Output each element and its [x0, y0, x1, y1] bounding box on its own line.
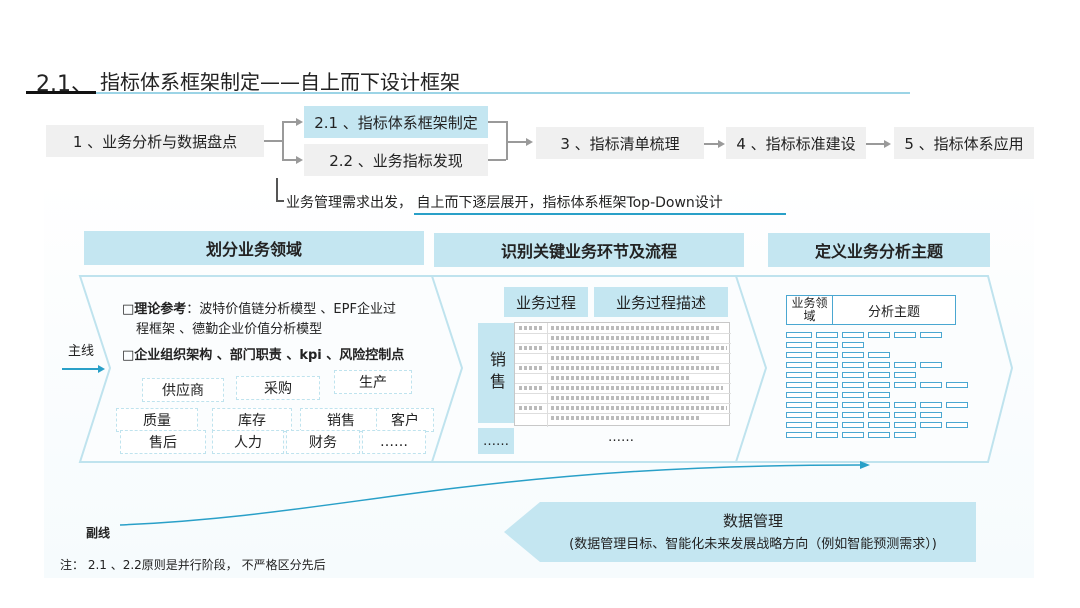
- process-desc-col-header: 业务过程描述: [594, 287, 728, 317]
- sales-row-label: 销售: [478, 323, 514, 423]
- domain-tag-customer: 客户: [376, 408, 434, 432]
- section-head-right: 定义业务分析主题: [768, 233, 990, 267]
- theory-label: □理论参考: [122, 302, 187, 317]
- process-col-header: 业务过程: [504, 287, 588, 317]
- stage-2-2-label: 2.2 、业务指标发现: [329, 151, 463, 170]
- section-head-right-label: 定义业务分析主题: [814, 242, 943, 261]
- domain-tag-inventory: 库存: [212, 408, 292, 432]
- domain-tag-purchase: 采购: [236, 376, 320, 400]
- domain-tag-quality: 质量: [116, 408, 198, 432]
- stage-4-label: 4 、指标标准建设: [736, 134, 856, 153]
- page-title: 指标体系框架制定——自上而下设计框架: [100, 70, 460, 94]
- top-down-note: 业务管理需求出发， 自上而下逐层展开，指标体系框架Top-Down设计: [286, 195, 723, 211]
- theory-line: □理论参考：波特价值链分析模型 、EPF企业过: [122, 298, 396, 317]
- section-head-middle: 识别关键业务环节及流程: [434, 233, 744, 267]
- footnote: 注： 2.1 、2.2原则是并行阶段， 不严格区分先后: [60, 558, 326, 572]
- domain-tag-supplier: 供应商: [142, 378, 224, 402]
- mainline-arrow-icon: [98, 365, 105, 373]
- domain-tag-more: ……: [362, 430, 426, 454]
- process-detail-table: [514, 322, 731, 427]
- section-head-middle-label: 识别关键业务环节及流程: [500, 242, 677, 261]
- stage-3-box: 3 、指标清单梳理: [536, 127, 704, 159]
- topic-domain-col: 业务领域: [787, 296, 833, 324]
- connector: [488, 159, 506, 161]
- arrow-right-icon: [296, 156, 303, 164]
- more-rows-label: ……: [478, 428, 514, 454]
- stage-4-box: 4 、指标标准建设: [726, 127, 866, 159]
- topic-table-header: 业务领域 分析主题: [786, 295, 956, 325]
- domain-tag-sales: 销售: [300, 408, 382, 432]
- arrow-right-icon: [718, 140, 725, 148]
- topic-mini-grid: [786, 330, 978, 442]
- theory-text: ：波特价值链分析模型 、EPF企业过: [186, 302, 396, 317]
- subline-arrow-icon: [860, 461, 870, 469]
- stage-2-1-label: 2.1 、指标体系框架制定: [314, 113, 478, 132]
- title-underline-accent: [26, 91, 96, 94]
- domain-tag-after-sales: 售后: [120, 430, 206, 454]
- org-structure-text: □企业组织架构 、部门职责 、kpi 、风险控制点: [122, 348, 405, 363]
- connector: [506, 141, 528, 143]
- data-management-title: 数据管理: [722, 512, 783, 530]
- note-underline: [414, 213, 786, 215]
- connector: [264, 140, 282, 142]
- mainline-arrow-shaft: [62, 368, 100, 370]
- title-underline: [26, 92, 910, 94]
- section-head-left-label: 划分业务领域: [205, 240, 302, 259]
- stage-5-box: 5 、指标体系应用: [894, 127, 1034, 159]
- arrow-right-icon: [526, 138, 533, 146]
- domain-tag-finance: 财务: [286, 430, 360, 454]
- more-rows-ellipsis: ……: [608, 430, 634, 445]
- domain-tag-hr: 人力: [212, 430, 284, 454]
- theory-text-2: 程框架 、德勤企业价值分析模型: [136, 322, 323, 337]
- arrow-right-icon: [884, 140, 891, 148]
- data-management-subtitle: (数据管理目标、智能化未来发展战略方向（例如智能预测需求）): [569, 537, 937, 552]
- arrow-right-icon: [296, 118, 303, 126]
- section-head-left: 划分业务领域: [84, 231, 424, 265]
- stage-1-box: 1 、业务分析与数据盘点: [46, 125, 264, 157]
- connector: [282, 121, 284, 159]
- stage-3-label: 3 、指标清单梳理: [560, 134, 680, 153]
- stage-2-2-box: 2.2 、业务指标发现: [304, 144, 488, 176]
- connector: [866, 143, 886, 145]
- connector: [488, 121, 506, 123]
- stage-5-label: 5 、指标体系应用: [904, 134, 1024, 153]
- bracket-line: [276, 178, 278, 200]
- stage-2-1-box: 2.1 、指标体系框架制定: [304, 106, 488, 138]
- subline-label: 副线: [86, 526, 111, 540]
- mainline-label: 主线: [68, 344, 95, 359]
- stage-1-label: 1 、业务分析与数据盘点: [72, 132, 238, 151]
- bracket-line: [276, 200, 284, 202]
- topic-subject-col: 分析主题: [867, 304, 920, 320]
- domain-tag-production: 生产: [334, 370, 412, 394]
